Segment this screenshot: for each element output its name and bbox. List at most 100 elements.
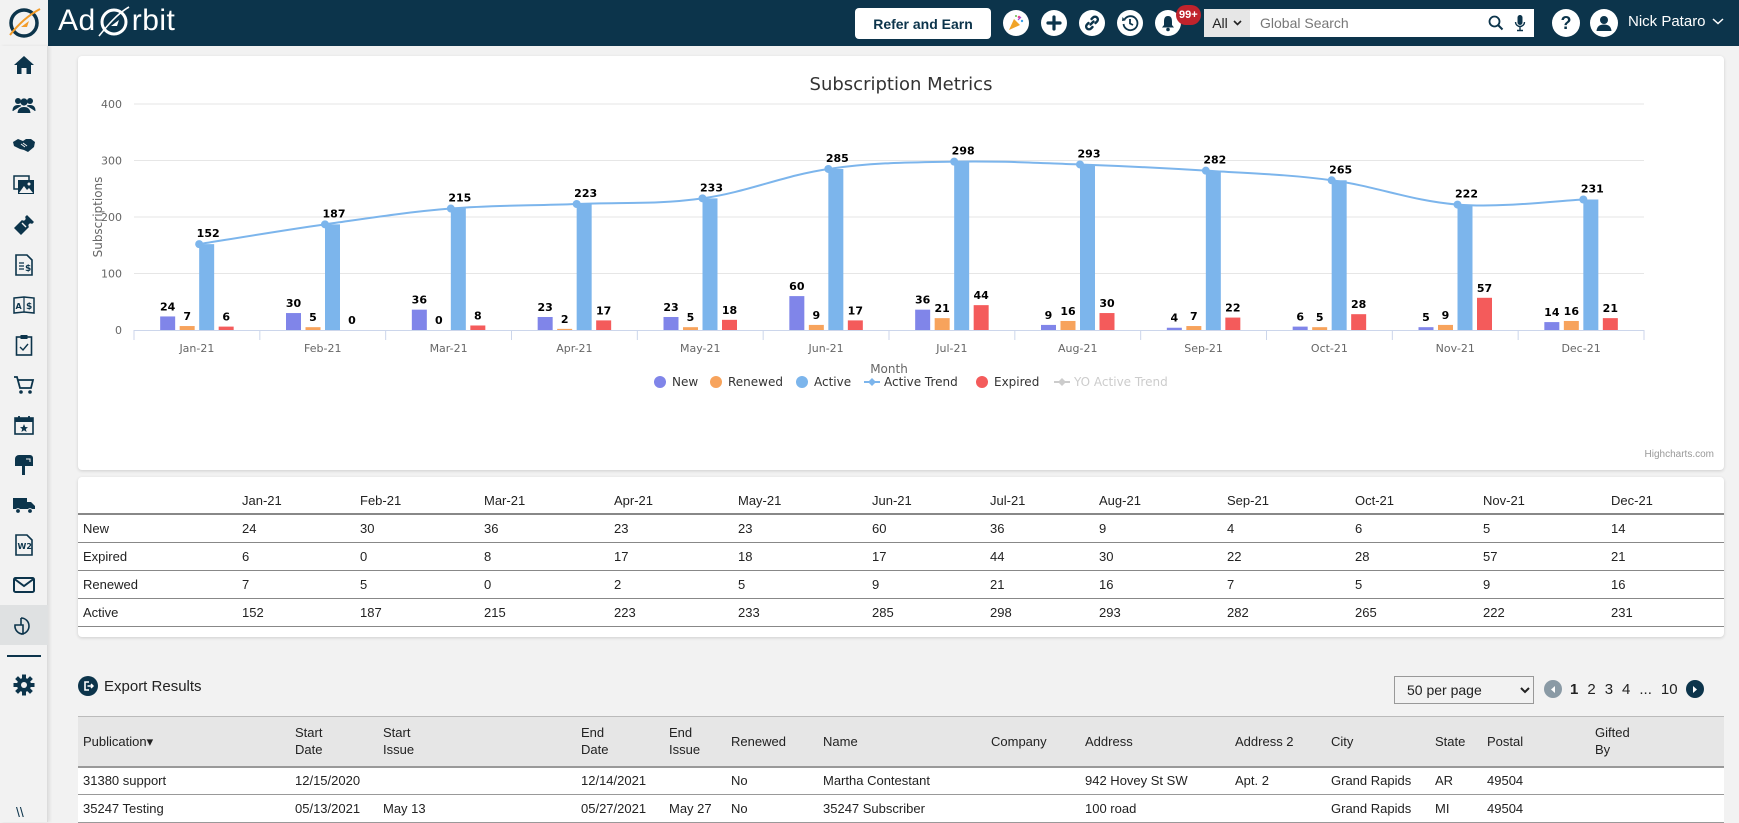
- bar-renewed[interactable]: [1312, 327, 1328, 330]
- bar-expired[interactable]: [596, 320, 612, 330]
- bar-new[interactable]: [537, 317, 553, 330]
- previous-page-button[interactable]: [1544, 680, 1562, 698]
- bar-renewed[interactable]: [179, 326, 195, 330]
- next-page-button[interactable]: [1685, 680, 1704, 698]
- highcharts-credit-link[interactable]: Highcharts.com: [1645, 449, 1714, 460]
- bar-expired[interactable]: [1477, 297, 1492, 330]
- bar-expired[interactable]: [470, 325, 486, 330]
- app-logo[interactable]: [0, 0, 48, 46]
- results-row[interactable]: 31380 support 12/15/2020 12/14/2021 No Marth…: [78, 766, 1724, 795]
- active-trend-point[interactable]: [824, 164, 833, 173]
- sidebar-collapse-toggle[interactable]: \\: [16, 804, 24, 820]
- bar-active[interactable]: [1331, 180, 1347, 330]
- bar-expired[interactable]: [1099, 313, 1115, 330]
- active-trend-point[interactable]: [950, 157, 959, 166]
- page-link[interactable]: 3: [1605, 681, 1613, 698]
- bar-renewed[interactable]: [683, 327, 698, 330]
- sidebar-item-settings[interactable]: [0, 666, 48, 704]
- sidebar-item-delivery[interactable]: [0, 486, 48, 524]
- legend-item-renewed[interactable]: Renewed: [710, 375, 783, 389]
- results-header-city[interactable]: City: [1326, 716, 1430, 768]
- active-trend-point[interactable]: [321, 220, 329, 229]
- bar-active[interactable]: [828, 168, 844, 330]
- bar-new[interactable]: [1166, 327, 1182, 330]
- user-menu[interactable]: Nick Pataro: [1628, 13, 1724, 30]
- sidebar-item-home[interactable]: [0, 46, 48, 84]
- bar-active[interactable]: [450, 208, 466, 330]
- sidebar-item-reports[interactable]: [0, 605, 48, 645]
- search-scope-select[interactable]: All: [1204, 9, 1250, 37]
- legend-item-yo-active-trend[interactable]: YO Active Trend: [1054, 375, 1168, 389]
- bar-expired[interactable]: [218, 326, 234, 330]
- results-header-end-issue[interactable]: End Issue: [664, 716, 726, 768]
- bar-renewed[interactable]: [1186, 326, 1202, 330]
- bar-renewed[interactable]: [808, 324, 824, 330]
- bar-renewed[interactable]: [934, 318, 950, 330]
- bar-new[interactable]: [411, 309, 427, 330]
- active-trend-point[interactable]: [1453, 200, 1462, 209]
- bar-active[interactable]: [954, 161, 970, 330]
- bar-renewed[interactable]: [1438, 324, 1453, 330]
- link-icon[interactable]: [1079, 10, 1105, 36]
- legend-item-active[interactable]: Active: [796, 375, 851, 389]
- sidebar-item-invoices[interactable]: $: [0, 246, 48, 284]
- results-header-state[interactable]: State: [1430, 716, 1482, 768]
- per-page-select[interactable]: 50 per page: [1394, 676, 1534, 704]
- bar-renewed[interactable]: [305, 327, 321, 330]
- legend-item-active-trend[interactable]: Active Trend: [864, 375, 958, 389]
- sidebar-item-tasks[interactable]: [0, 326, 48, 364]
- results-header-address[interactable]: Address: [1080, 716, 1230, 768]
- help-icon[interactable]: ?: [1552, 9, 1580, 37]
- bar-active[interactable]: [325, 224, 340, 330]
- global-search-input[interactable]: [1250, 9, 1486, 37]
- active-trend-point[interactable]: [1327, 176, 1336, 185]
- bar-expired[interactable]: [847, 320, 863, 330]
- results-header-end-date[interactable]: End Date: [576, 716, 664, 768]
- sidebar-item-tickets[interactable]: [0, 206, 48, 244]
- bar-active[interactable]: [1080, 164, 1095, 330]
- active-trend-point[interactable]: [1579, 195, 1588, 204]
- results-row[interactable]: 35247 Testing 05/13/2021 May 13 05/27/2021 M…: [78, 794, 1724, 823]
- active-trend-point[interactable]: [1201, 166, 1210, 175]
- results-header-address-2[interactable]: Address 2: [1230, 716, 1326, 768]
- bar-active[interactable]: [702, 198, 718, 330]
- legend-item-new[interactable]: New: [654, 375, 698, 389]
- plus-icon[interactable]: [1041, 10, 1067, 36]
- sidebar-item-email[interactable]: [0, 566, 48, 604]
- page-link[interactable]: 10: [1661, 681, 1678, 698]
- results-header-name[interactable]: Name: [818, 716, 986, 768]
- bar-active[interactable]: [1205, 170, 1221, 330]
- results-header-postal[interactable]: Postal: [1482, 716, 1590, 768]
- results-header-start-issue[interactable]: Start Issue: [378, 716, 576, 768]
- refer-and-earn-button[interactable]: Refer and Earn: [855, 8, 991, 39]
- bar-new[interactable]: [789, 296, 805, 330]
- active-trend-point[interactable]: [195, 240, 204, 249]
- sidebar-item-events[interactable]: [0, 406, 48, 444]
- bar-renewed[interactable]: [1060, 320, 1076, 330]
- bar-active[interactable]: [1457, 204, 1473, 330]
- bar-active[interactable]: [576, 204, 592, 330]
- results-header-gifted-by[interactable]: Gifted By: [1590, 716, 1724, 768]
- active-trend-point[interactable]: [1076, 160, 1084, 169]
- results-header-start-date[interactable]: Start Date: [290, 716, 378, 768]
- bar-new[interactable]: [1292, 326, 1308, 330]
- search-icon[interactable]: [1486, 9, 1506, 37]
- sidebar-item-mailing[interactable]: [0, 446, 48, 484]
- bar-new[interactable]: [1418, 327, 1434, 330]
- sidebar-item-users[interactable]: [0, 86, 48, 124]
- active-trend-point[interactable]: [698, 194, 707, 203]
- page-link[interactable]: 4: [1622, 681, 1630, 698]
- celebration-icon[interactable]: [1003, 10, 1029, 36]
- bar-new[interactable]: [1544, 322, 1560, 330]
- bar-new[interactable]: [160, 316, 176, 330]
- bar-expired[interactable]: [1351, 314, 1367, 330]
- results-header-renewed[interactable]: Renewed: [726, 716, 818, 768]
- sidebar-item-media[interactable]: [0, 166, 48, 204]
- microphone-icon[interactable]: [1510, 9, 1530, 37]
- active-trend-point[interactable]: [446, 204, 455, 213]
- user-avatar-icon[interactable]: [1590, 9, 1618, 37]
- bar-expired[interactable]: [973, 305, 989, 330]
- bar-expired[interactable]: [1602, 318, 1618, 330]
- bar-new[interactable]: [1041, 324, 1056, 330]
- bar-renewed[interactable]: [1563, 320, 1579, 330]
